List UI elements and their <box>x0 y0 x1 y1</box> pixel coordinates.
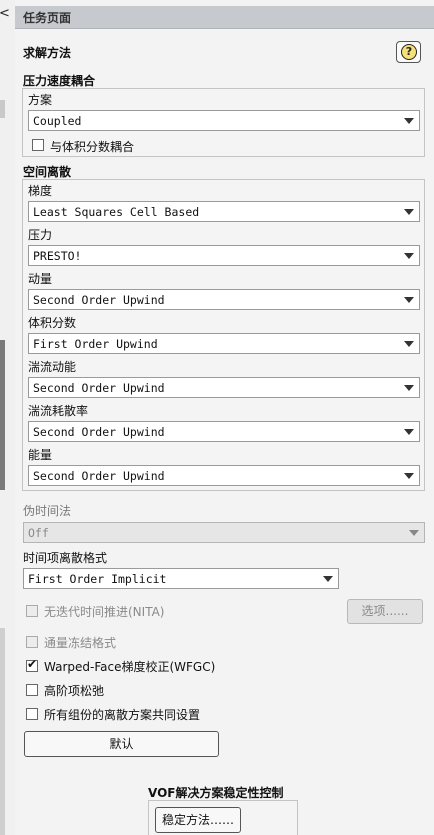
pressure-label: 压力 <box>28 228 53 242</box>
wfgc-label: Warped-Face梯度校正(WFGC) <box>44 660 216 674</box>
scheme-dropdown[interactable]: Coupled <box>28 110 420 131</box>
left-strip-segment <box>0 100 5 118</box>
energy-value: Second Order Upwind <box>33 469 165 483</box>
spatial-discretization-title: 空间离散 <box>23 165 72 179</box>
coupled-vf-label: 与体积分数耦合 <box>50 140 135 154</box>
chevron-down-icon <box>404 253 414 259</box>
frozen-flux-label: 通量冻结格式 <box>44 636 117 650</box>
volume-fraction-dropdown[interactable]: First Order Upwind <box>28 333 420 354</box>
default-button[interactable]: 默认 <box>24 731 219 757</box>
left-strip-segment <box>0 628 5 835</box>
chevron-down-icon <box>409 530 419 536</box>
help-question-icon: ? <box>401 44 417 60</box>
volume-fraction-label: 体积分数 <box>28 316 77 330</box>
high-order-relaxation-label: 高阶项松弛 <box>44 684 105 698</box>
tke-value: Second Order Upwind <box>33 381 165 395</box>
pseudo-time-label: 伪时间法 <box>23 504 72 518</box>
all-species-label: 所有组份的离散方案共同设置 <box>44 708 201 722</box>
pseudo-time-value: Off <box>28 526 49 540</box>
energy-label: 能量 <box>28 448 53 462</box>
chevron-down-icon <box>404 341 414 347</box>
momentum-dropdown[interactable]: Second Order Upwind <box>28 289 420 310</box>
coupled-vf-checkbox[interactable] <box>32 139 44 151</box>
volume-fraction-value: First Order Upwind <box>33 337 158 351</box>
frozen-flux-checkbox[interactable] <box>26 636 38 648</box>
chevron-down-icon <box>404 297 414 303</box>
collapse-panel-icon[interactable]: < <box>0 6 10 21</box>
transient-formulation-dropdown[interactable]: First Order Implicit <box>23 568 339 589</box>
left-edge-strip: < <box>0 0 10 835</box>
gradient-value: Least Squares Cell Based <box>33 205 200 219</box>
panel-title-bar: 任务页面 <box>15 6 434 29</box>
task-page-panel: 任务页面 求解方法 ? 压力速度耦合 方案 Coupled 与体积分数耦合 空间… <box>15 0 434 835</box>
gradient-dropdown[interactable]: Least Squares Cell Based <box>28 201 420 222</box>
chevron-down-icon <box>323 576 333 582</box>
dissipation-rate-dropdown[interactable]: Second Order Upwind <box>28 421 420 442</box>
stability-methods-button[interactable]: 稳定方法…… <box>155 807 241 833</box>
chevron-down-icon <box>404 429 414 435</box>
scheme-label: 方案 <box>28 93 53 107</box>
chevron-down-icon <box>404 385 414 391</box>
tke-dropdown[interactable]: Second Order Upwind <box>28 377 420 398</box>
energy-dropdown[interactable]: Second Order Upwind <box>28 465 420 486</box>
chevron-down-icon <box>404 118 414 124</box>
scheme-value: Coupled <box>33 114 82 128</box>
chevron-down-icon <box>404 473 414 479</box>
pseudo-time-dropdown[interactable]: Off <box>23 522 425 543</box>
help-button[interactable]: ? <box>396 41 421 63</box>
options-button[interactable]: 选项...... <box>347 599 423 624</box>
solution-methods-title: 求解方法 <box>23 46 72 60</box>
tke-label: 湍流动能 <box>28 360 77 374</box>
momentum-label: 动量 <box>28 272 53 286</box>
dissipation-rate-value: Second Order Upwind <box>33 425 165 439</box>
vof-stability-group: 稳定方法…… <box>148 800 298 835</box>
vof-stability-title: VOF解决方案稳定性控制 <box>148 786 284 800</box>
momentum-value: Second Order Upwind <box>33 293 165 307</box>
all-species-checkbox[interactable] <box>26 708 38 720</box>
high-order-relaxation-checkbox[interactable] <box>26 684 38 696</box>
pv-coupling-title: 压力速度耦合 <box>23 74 96 88</box>
nita-checkbox[interactable] <box>26 605 38 617</box>
pv-coupling-group: 方案 Coupled 与体积分数耦合 <box>22 88 425 157</box>
checkmark-icon: ✔ <box>27 657 38 671</box>
spatial-discretization-group: 梯度 Least Squares Cell Based 压力 PRESTO! 动… <box>22 179 425 491</box>
transient-formulation-label: 时间项离散格式 <box>23 551 108 565</box>
panel-title: 任务页面 <box>23 11 72 25</box>
chevron-down-icon <box>404 209 414 215</box>
left-strip-segment <box>0 340 5 490</box>
gradient-label: 梯度 <box>28 184 53 198</box>
nita-label: 无迭代时间推进(NITA) <box>44 605 165 619</box>
pressure-dropdown[interactable]: PRESTO! <box>28 245 420 266</box>
wfgc-checkbox[interactable]: ✔ <box>26 657 38 672</box>
transient-formulation-value: First Order Implicit <box>28 572 167 586</box>
dissipation-rate-label: 湍流耗散率 <box>28 404 89 418</box>
pressure-value: PRESTO! <box>33 249 82 263</box>
